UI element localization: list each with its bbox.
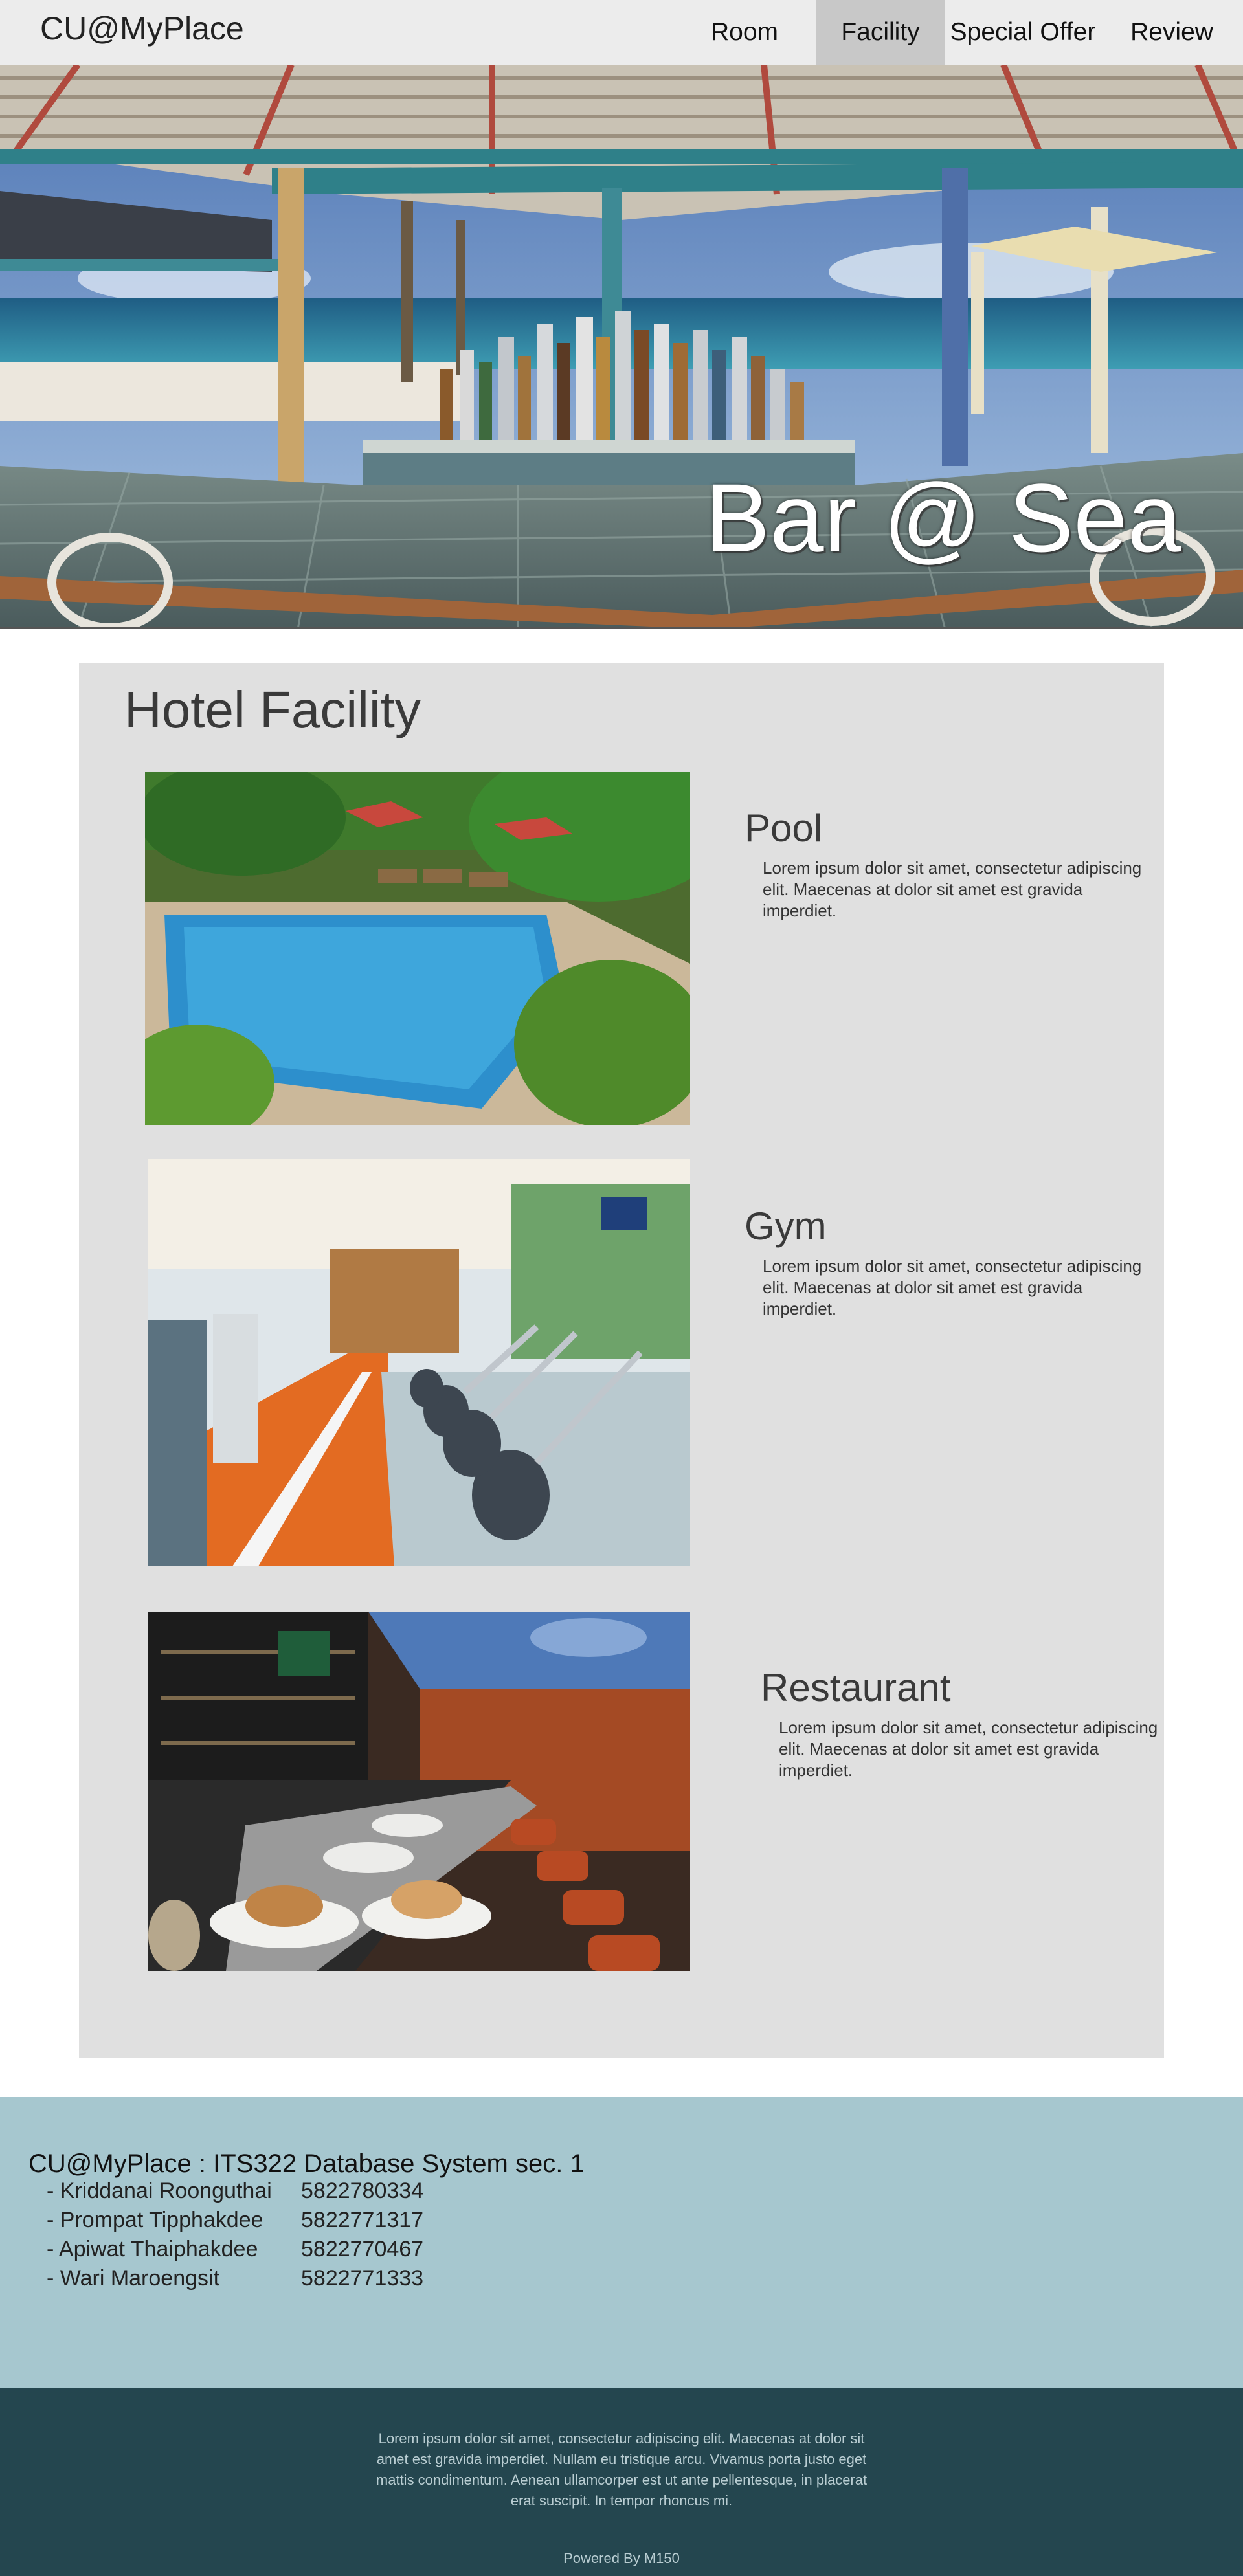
member-id: 5822771317 <box>301 2208 424 2232</box>
nav-menu: Room Facility Special Offer Review <box>673 0 1243 65</box>
member-id: 5822770467 <box>301 2237 424 2261</box>
gym-image <box>148 1159 690 1566</box>
member-name: - Kriddanai Roonguthai <box>47 2179 272 2203</box>
brand-logo[interactable]: CU@MyPlace <box>40 9 244 48</box>
footer-bottom: Lorem ipsum dolor sit amet, consectetur … <box>0 2388 1243 2576</box>
facility-desc-restaurant: Lorem ipsum dolor sit amet, consectetur … <box>779 1718 1158 1780</box>
facility-name-pool: Pool <box>745 806 823 850</box>
footer-info: CU@MyPlace : ITS322 Database System sec.… <box>0 2097 1243 2388</box>
hero-banner: Bar @ Sea <box>0 65 1243 629</box>
member-name: - Wari Maroengsit <box>47 2266 220 2291</box>
section-title: Hotel Facility <box>124 681 421 738</box>
nav-item-review[interactable]: Review <box>1101 0 1243 65</box>
navbar: CU@MyPlace Room Facility Special Offer R… <box>0 0 1243 65</box>
nav-item-room[interactable]: Room <box>673 0 816 65</box>
facility-desc-pool: Lorem ipsum dolor sit amet, consectetur … <box>763 858 1142 920</box>
restaurant-image <box>148 1612 690 1971</box>
powered-by: Powered By M150 <box>563 2550 680 2566</box>
member-id: 5822771333 <box>301 2266 424 2291</box>
facility-name-restaurant: Restaurant <box>761 1666 951 1709</box>
hero-divider <box>0 627 1243 629</box>
hero-title: Bar @ Sea <box>705 463 1181 572</box>
nav-item-facility[interactable]: Facility <box>816 0 945 65</box>
facility-name-gym: Gym <box>745 1205 827 1248</box>
pool-image <box>145 772 690 1125</box>
footer-text: Lorem ipsum dolor sit amet, consectetur … <box>375 2430 868 2509</box>
footer-title: CU@MyPlace : ITS322 Database System sec.… <box>28 2149 585 2178</box>
member-id: 5822780334 <box>301 2179 424 2203</box>
member-name: - Apiwat Thaiphakdee <box>47 2237 258 2261</box>
member-name: - Prompat Tipphakdee <box>47 2208 263 2232</box>
nav-item-special-offer[interactable]: Special Offer <box>945 0 1101 65</box>
facility-panel: Hotel Facility Pool Lorem ipsum dolor si… <box>79 663 1164 2058</box>
facility-desc-gym: Lorem ipsum dolor sit amet, consectetur … <box>763 1256 1142 1318</box>
